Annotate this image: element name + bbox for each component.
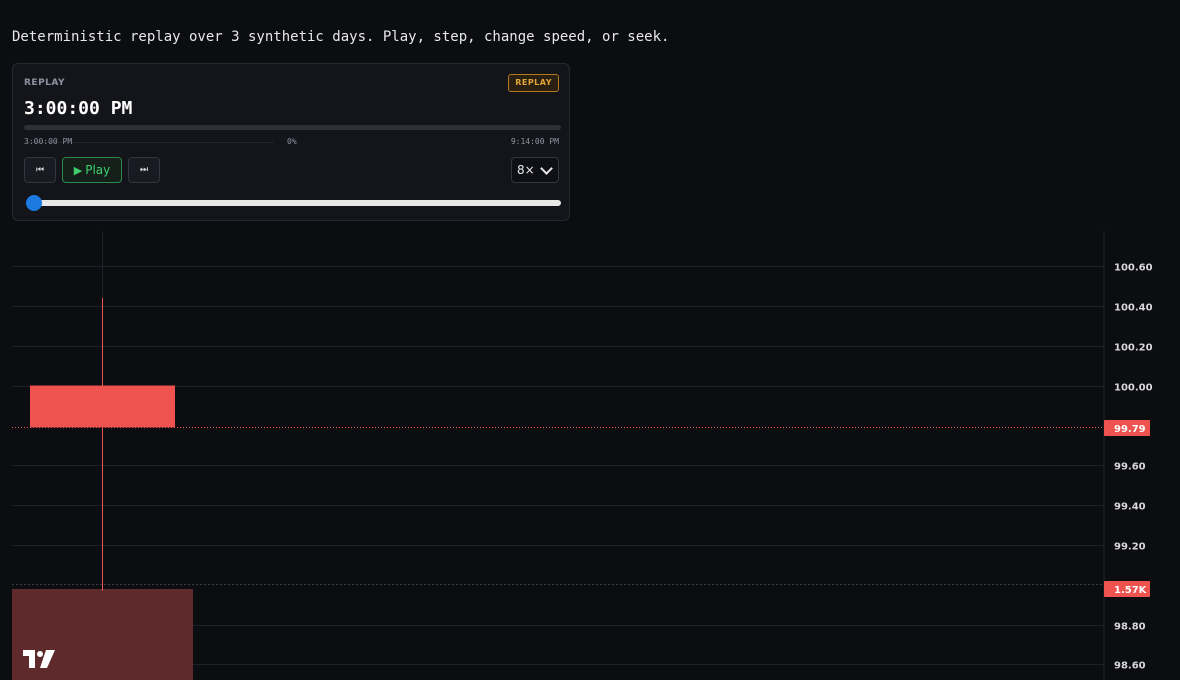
tradingview-logo-icon [23,650,55,668]
last-price-label: 99.79 [1114,424,1146,435]
start-time: 3:00:00 PM [24,137,73,146]
replay-panel: REPLAY REPLAY 3:00:00 PM 3:00:00 PM 0% 9… [12,63,570,221]
price-tick-label: 99.60 [1114,462,1146,473]
speed-value: 8× [517,163,535,177]
price-tick-label: 98.80 [1114,622,1146,633]
end-time: 9:14:00 PM [510,137,559,146]
skip-forward-icon: ⏭ [139,165,149,175]
chevron-down-icon [540,162,553,175]
chart-svg: 100.60 100.40 100.20 100.00 99.60 99.40 99.20 9… [12,231,1153,680]
play-label: Play [85,163,111,177]
price-tick-label: 100.20 [1114,343,1153,354]
price-chart[interactable]: 100.60 100.40 100.20 100.00 99.60 99.40 99.20 9… [12,231,1180,680]
seek-slider-thumb[interactable] [26,195,42,211]
step-forward-button[interactable]: ⏭ [128,157,160,183]
price-tick-label: 100.00 [1114,383,1153,394]
speed-select[interactable]: 8× [511,157,559,183]
step-back-button[interactable]: ⏮ [24,157,56,183]
volume-label: 1.57K [1114,585,1148,596]
tradingview-logo[interactable] [23,650,55,672]
replay-badge: REPLAY [508,74,559,92]
play-button[interactable]: ▶ Play [62,157,122,183]
skip-back-icon: ⏮ [35,165,45,175]
panel-label: REPLAY [24,78,66,88]
intro-text: Deterministic replay over 3 synthetic da… [12,29,670,45]
price-tick-label: 100.60 [1114,263,1153,274]
price-tick-label: 99.20 [1114,542,1146,553]
price-tick-label: 100.40 [1114,303,1153,314]
play-icon: ▶ [73,163,83,177]
progress-percent: 0% [287,137,297,146]
seek-slider-track[interactable] [31,200,561,206]
price-tick-label: 98.60 [1114,661,1146,672]
progress-bar [24,125,561,130]
current-time: 3:00:00 PM [24,98,133,119]
price-tick-label: 99.40 [1114,502,1146,513]
candle-body [30,385,175,428]
